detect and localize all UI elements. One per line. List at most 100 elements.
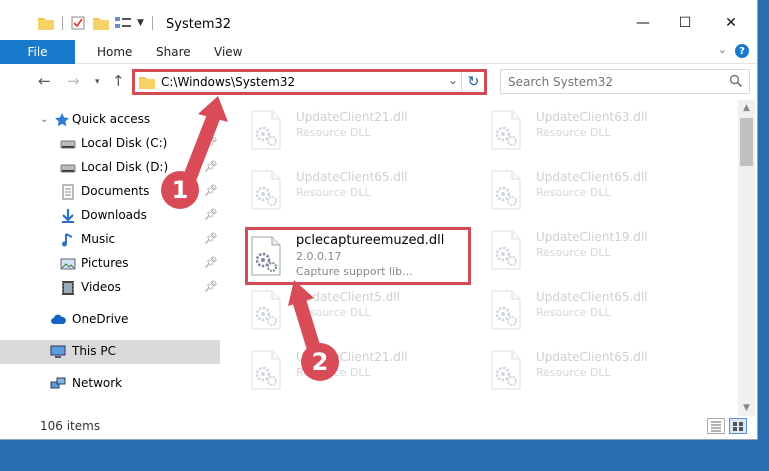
tab-view[interactable]: View xyxy=(214,45,242,59)
file-description: Resource DLL xyxy=(296,126,371,139)
pin-icon[interactable]: 📌︎ xyxy=(204,232,218,245)
large-icons-view-icon[interactable] xyxy=(729,418,747,434)
address-bar[interactable]: C:\Windows\System32 ⌄ ↻ xyxy=(132,69,486,94)
nav-label: OneDrive xyxy=(72,312,129,326)
search-input[interactable] xyxy=(508,71,728,92)
nav-network[interactable]: Network xyxy=(0,372,220,396)
recent-locations-icon[interactable]: ▾ xyxy=(95,77,100,87)
details-view-icon[interactable] xyxy=(707,418,725,434)
file-description: Capture support lib... xyxy=(296,265,413,278)
nav-label: Music xyxy=(81,232,116,246)
file-item[interactable]: UpdateClient65.dll Resource DLL xyxy=(478,284,708,334)
scroll-down-icon[interactable]: ▼ xyxy=(738,400,755,416)
maximize-button[interactable]: ☐ xyxy=(662,10,708,36)
chevron-down-icon[interactable]: ⌄ xyxy=(40,114,48,125)
customize-icon[interactable] xyxy=(115,16,131,30)
pin-icon[interactable]: 📌︎ xyxy=(204,280,218,293)
close-button[interactable]: ✕ xyxy=(708,10,754,36)
file-name: UpdateClient65.dll xyxy=(536,350,648,364)
nav-item-music[interactable]: Music 📌︎ xyxy=(0,228,220,252)
file-item[interactable]: UpdateClient65.dll Resource DLL xyxy=(478,344,708,394)
folder-icon xyxy=(139,77,155,89)
file-name: UpdateClient19.dll xyxy=(536,230,648,244)
file-item[interactable]: UpdateClient65.dll Resource DLL xyxy=(478,164,708,214)
nav-label: Documents xyxy=(81,184,150,198)
file-version: 2.0.0.17 xyxy=(296,250,342,263)
nav-label: Local Disk (C:) xyxy=(81,136,168,150)
nav-label: Network xyxy=(72,376,123,390)
new-folder-icon[interactable] xyxy=(93,16,109,30)
back-button[interactable]: ← xyxy=(38,72,51,90)
forward-button[interactable]: → xyxy=(67,72,80,90)
separator xyxy=(151,16,153,30)
step-2-badge: 2 xyxy=(301,343,339,381)
network-icon xyxy=(50,377,66,389)
computer-icon xyxy=(50,345,66,358)
up-button[interactable]: ↑ xyxy=(112,72,125,90)
properties-icon[interactable] xyxy=(71,16,85,30)
nav-label: Quick access xyxy=(72,112,151,126)
explorer-window: ▼ System32 — ☐ ✕ File Home Share View ⌄ … xyxy=(0,0,758,440)
chevron-down-icon[interactable]: ⌄ xyxy=(448,73,458,87)
pin-icon[interactable]: 📌︎ xyxy=(204,184,218,197)
file-item[interactable]: UpdateClient65.dll Resource DLL xyxy=(238,164,468,214)
pin-icon[interactable]: 📌︎ xyxy=(204,160,218,173)
dll-file-icon xyxy=(251,350,281,390)
file-name: UpdateClient65.dll xyxy=(296,170,408,184)
nav-label: Pictures xyxy=(81,256,129,270)
minimize-button[interactable]: — xyxy=(620,10,666,36)
search-icon[interactable] xyxy=(729,74,743,88)
quick-access-toolbar: ▼ xyxy=(38,13,153,33)
dll-file-icon xyxy=(491,230,521,270)
nav-label: This PC xyxy=(72,344,116,358)
nav-this-pc[interactable]: This PC xyxy=(0,340,220,364)
drive-icon xyxy=(60,140,76,149)
nav-quick-access[interactable]: ⌄ Quick access xyxy=(0,108,220,132)
dll-file-icon xyxy=(251,110,281,150)
pin-icon[interactable]: 📌︎ xyxy=(204,136,218,149)
dll-file-icon xyxy=(251,170,281,210)
refresh-icon[interactable]: ↻ xyxy=(461,70,485,93)
step-1-badge: 1 xyxy=(161,171,199,209)
vertical-scrollbar[interactable]: ▲ ▼ xyxy=(738,100,755,416)
documents-icon xyxy=(62,184,74,200)
nav-onedrive[interactable]: OneDrive xyxy=(0,308,220,332)
dll-file-icon xyxy=(491,170,521,210)
file-description: Resource DLL xyxy=(296,306,371,319)
pin-icon[interactable]: 📌︎ xyxy=(204,208,218,221)
nav-item-videos[interactable]: Videos 📌︎ xyxy=(0,276,220,300)
file-item[interactable]: UpdateClient19.dll Resource DLL xyxy=(478,224,708,274)
file-name: pclecaptureemuzed.dll xyxy=(296,233,445,248)
scroll-up-icon[interactable]: ▲ xyxy=(738,100,755,116)
file-item[interactable]: UpdateClient21.dll Resource DLL xyxy=(238,104,468,154)
file-item[interactable]: UpdateClient63.dll Resource DLL xyxy=(478,104,708,154)
file-item[interactable]: UpdateClient5.dll Resource DLL xyxy=(238,284,468,334)
help-icon[interactable]: ? xyxy=(735,44,749,58)
file-description: Resource DLL xyxy=(536,246,611,259)
music-icon xyxy=(62,233,73,247)
tab-file[interactable]: File xyxy=(0,40,75,64)
ribbon-tabs: File Home Share View ⌄ ? xyxy=(0,40,757,64)
nav-label: Local Disk (D:) xyxy=(81,160,169,174)
file-name: UpdateClient21.dll xyxy=(296,110,408,124)
file-description: Resource DLL xyxy=(536,366,611,379)
separator xyxy=(62,16,63,30)
dll-file-icon xyxy=(491,350,521,390)
tab-share[interactable]: Share xyxy=(156,45,191,59)
file-item[interactable]: UpdateClient21.dllResource DLL xyxy=(238,344,468,394)
chevron-down-icon[interactable]: ▼ xyxy=(137,18,144,28)
folder-icon[interactable] xyxy=(38,16,54,30)
file-description: Resource DLL xyxy=(296,186,371,199)
tab-home[interactable]: Home xyxy=(97,45,132,59)
search-box[interactable] xyxy=(500,69,750,94)
pictures-icon xyxy=(60,258,76,270)
highlighted-dll-file[interactable]: pclecaptureemuzed.dll 2.0.0.17 Capture sup… xyxy=(238,230,468,280)
nav-item-pictures[interactable]: Pictures 📌︎ xyxy=(0,252,220,276)
scroll-thumb[interactable] xyxy=(740,118,753,166)
expand-ribbon-icon[interactable]: ⌄ xyxy=(718,43,727,56)
nav-item-local-disk-c[interactable]: Local Disk (C:) 📌︎ xyxy=(0,132,220,156)
file-description: Resource DLL xyxy=(536,186,611,199)
pin-icon[interactable]: 📌︎ xyxy=(204,256,218,269)
star-icon xyxy=(55,113,69,127)
window-title: System32 xyxy=(166,17,232,32)
